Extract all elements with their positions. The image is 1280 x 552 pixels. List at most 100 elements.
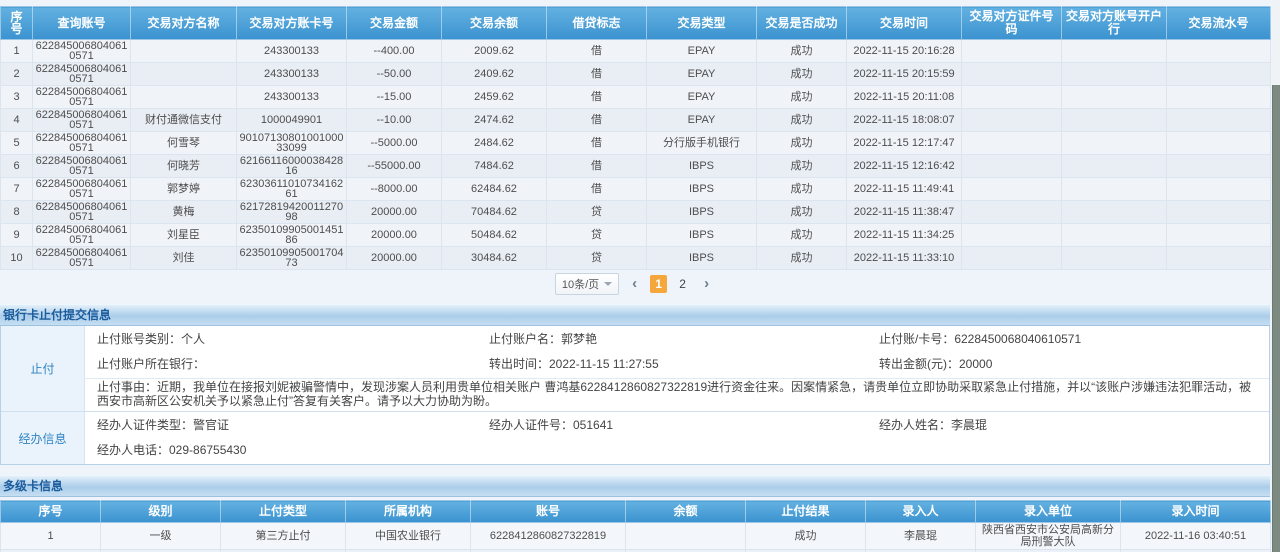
table-cell: --55000.00 (347, 155, 442, 178)
table-cell: 借 (547, 40, 647, 63)
table-cell: 贷 (547, 247, 647, 270)
table-cell (1167, 86, 1271, 109)
table-cell (131, 63, 237, 86)
table-cell (962, 201, 1062, 224)
table-cell: 一级 (101, 523, 221, 550)
table-cell: 6 (1, 155, 33, 178)
table-cell: 6235010990500170473 (237, 247, 347, 270)
stop-reason-text: 止付事由：近期，我单位在接报刘妮被骗警情中，发现涉案人员利用贵单位相关账户 曹鸿… (85, 378, 1269, 411)
table-row: 106228450068040610571刘佳62350109905001704… (1, 247, 1271, 270)
column-header: 止付类型 (221, 501, 346, 523)
row-label-zhifu: 止付 (1, 326, 85, 411)
table-cell: 8 (1, 201, 33, 224)
page-2-button[interactable]: 2 (674, 275, 691, 293)
table-cell: 30484.62 (442, 247, 547, 270)
table-cell: 成功 (757, 40, 847, 63)
table-cell (1062, 40, 1167, 63)
table-cell (1062, 224, 1167, 247)
section-title-text: 银行卡止付提交信息 (3, 308, 111, 322)
table-cell (962, 63, 1062, 86)
table-cell: 6228450068040610571 (33, 132, 131, 155)
table-cell: 7 (1, 178, 33, 201)
table-cell: 借 (547, 178, 647, 201)
table-cell: 3 (1, 86, 33, 109)
info-field: 经办人证件号：051641 (489, 413, 879, 438)
column-header: 录入人 (866, 501, 976, 523)
table-row: 36228450068040610571243300133--15.002459… (1, 86, 1271, 109)
table-cell (1167, 40, 1271, 63)
table-cell: --50.00 (347, 63, 442, 86)
table-cell: --5000.00 (347, 132, 442, 155)
next-page-button[interactable]: › (698, 275, 715, 293)
table-cell: 1000049901 (237, 109, 347, 132)
table-cell: 243300133 (237, 40, 347, 63)
table-cell: 70484.62 (442, 201, 547, 224)
table-cell: 借 (547, 86, 647, 109)
column-header: 交易流水号 (1167, 7, 1271, 40)
stop-payment-info-box: 止付 止付账号类别：个人止付账户名：郭梦艳止付账/卡号：622845006804… (0, 326, 1270, 465)
table-cell: 2484.62 (442, 132, 547, 155)
table-cell: 2022-11-15 11:33:10 (847, 247, 962, 270)
table-cell (1062, 109, 1167, 132)
table-cell: 6228450068040610571 (33, 86, 131, 109)
stop-payment-row: 止付 止付账号类别：个人止付账户名：郭梦艳止付账/卡号：622845006804… (1, 326, 1269, 411)
table-cell: 6228412860827322819 (471, 523, 626, 550)
prev-page-button[interactable]: ‹ (626, 275, 643, 293)
table-cell: 6235010990500145186 (237, 224, 347, 247)
table-cell (1062, 178, 1167, 201)
column-header: 序号 (1, 501, 101, 523)
table-cell: 243300133 (237, 86, 347, 109)
table-cell: 2022-11-15 12:16:42 (847, 155, 962, 178)
table-cell: 成功 (757, 247, 847, 270)
page-size-select[interactable]: 10条/页 (555, 273, 619, 295)
table-cell: 陕西省西安市公安局高新分局刑警大队 (976, 523, 1121, 550)
chevron-down-icon (604, 282, 612, 286)
table-cell (1167, 201, 1271, 224)
table-cell: 6216611600003842816 (237, 155, 347, 178)
table-cell: 6217281942001127098 (237, 201, 347, 224)
scrollbar-thumb[interactable] (1272, 85, 1280, 552)
table-cell: 6228450068040610571 (33, 155, 131, 178)
handler-info-row: 经办信息 经办人证件类型：警官证经办人证件号：051641经办人姓名：李晨琨经办… (1, 411, 1269, 464)
table-cell (131, 40, 237, 63)
table-cell: 6230361101073416261 (237, 178, 347, 201)
table-cell (962, 155, 1062, 178)
vertical-scrollbar[interactable] (1272, 0, 1280, 552)
table-cell: IBPS (647, 201, 757, 224)
table-cell: --400.00 (347, 40, 442, 63)
column-header: 级别 (101, 501, 221, 523)
column-header: 交易类型 (647, 7, 757, 40)
column-header: 止付结果 (746, 501, 866, 523)
column-header: 录入单位 (976, 501, 1121, 523)
transactions-table: 序号查询账号交易对方名称交易对方账卡号交易金额交易余额借贷标志交易类型交易是否成… (0, 6, 1271, 270)
table-cell: 2022-11-15 12:17:47 (847, 132, 962, 155)
table-cell: 20000.00 (347, 201, 442, 224)
info-field: 经办人电话：029-86755430 (97, 438, 489, 463)
table-cell: 何晓芳 (131, 155, 237, 178)
table-cell (1167, 63, 1271, 86)
table-cell (1062, 86, 1167, 109)
table-row: 56228450068040610571何雪琴90107130801001000… (1, 132, 1271, 155)
table-header-row: 序号查询账号交易对方名称交易对方账卡号交易金额交易余额借贷标志交易类型交易是否成… (1, 7, 1271, 40)
table-cell: IBPS (647, 224, 757, 247)
table-cell: 6228450068040610571 (33, 40, 131, 63)
table-cell (962, 86, 1062, 109)
column-header: 余额 (626, 501, 746, 523)
column-header: 交易金额 (347, 7, 442, 40)
table-row: 96228450068040610571刘星臣62350109905001451… (1, 224, 1271, 247)
table-cell: 成功 (757, 109, 847, 132)
column-header: 交易余额 (442, 7, 547, 40)
table-cell: IBPS (647, 178, 757, 201)
table-cell (1167, 109, 1271, 132)
table-cell: 黄梅 (131, 201, 237, 224)
table-cell: 刘佳 (131, 247, 237, 270)
handler-fields: 经办人证件类型：警官证经办人证件号：051641经办人姓名：李晨琨经办人电话：0… (85, 412, 1269, 464)
table-cell (962, 132, 1062, 155)
table-cell: 成功 (746, 523, 866, 550)
page-1-button[interactable]: 1 (650, 275, 667, 293)
table-cell: EPAY (647, 40, 757, 63)
main-content: 序号查询账号交易对方名称交易对方账卡号交易金额交易余额借贷标志交易类型交易是否成… (0, 0, 1270, 552)
table-cell: 2474.62 (442, 109, 547, 132)
table-cell: 10 (1, 247, 33, 270)
table-row: 66228450068040610571何晓芳62166116000038428… (1, 155, 1271, 178)
